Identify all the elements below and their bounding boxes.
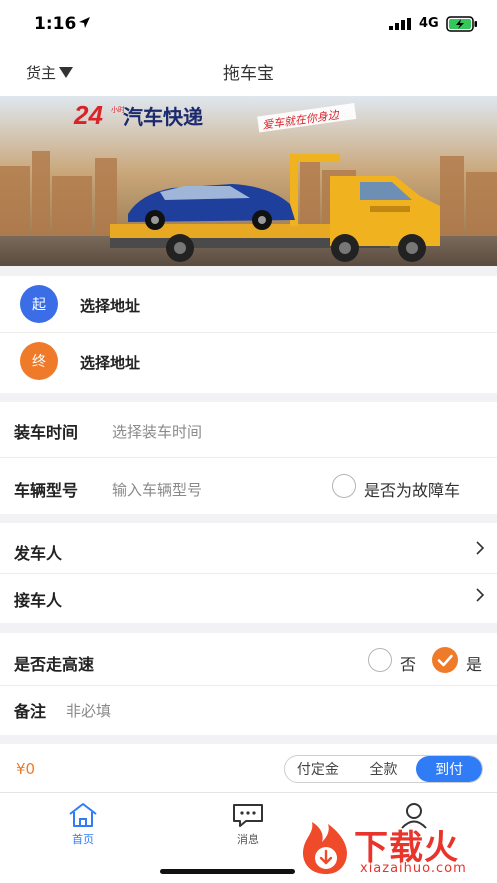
- start-address-label: 选择地址: [80, 297, 141, 315]
- highway-yes-radio[interactable]: [432, 647, 458, 673]
- end-address-row[interactable]: 终 选择地址: [0, 333, 497, 393]
- highway-yes-label: 是: [466, 655, 483, 674]
- sender-row[interactable]: 发车人: [0, 523, 497, 573]
- receiver-label: 接车人: [14, 591, 63, 610]
- remark-input[interactable]: 非必填: [66, 700, 111, 721]
- message-icon: [233, 804, 263, 827]
- chevron-right-icon: [476, 588, 485, 602]
- role-label: 货主: [26, 64, 57, 82]
- signal-icon: [389, 18, 411, 30]
- end-badge: 终: [20, 342, 58, 380]
- vehicle-model-row: 车辆型号 输入车辆型号 是否为故障车: [0, 458, 497, 514]
- battery-charging-icon: [446, 16, 477, 32]
- fault-vehicle-label: 是否为故障车: [364, 481, 461, 500]
- status-time: 1:16: [34, 14, 77, 34]
- remark-label: 备注: [14, 702, 47, 721]
- route-card: 起 选择地址 终 选择地址: [0, 276, 497, 393]
- fault-vehicle-radio[interactable]: [332, 474, 356, 498]
- highway-label: 是否走高速: [14, 655, 95, 674]
- start-badge: 起: [20, 285, 58, 323]
- pay-on-delivery-option[interactable]: 到付: [416, 756, 482, 782]
- watermark-flame-logo: [302, 822, 348, 874]
- status-bar: 1:16 4G: [0, 0, 497, 48]
- check-icon: [437, 654, 453, 667]
- banner-brand-text: 汽车快递: [123, 105, 203, 129]
- options-card: 是否走高速 否 是 备注 非必填: [0, 633, 497, 735]
- pay-deposit-option[interactable]: 付定金: [285, 756, 351, 782]
- home-icon: [69, 803, 97, 827]
- vehicle-model-input[interactable]: 输入车辆型号: [112, 479, 202, 500]
- highway-no-radio[interactable]: [368, 648, 392, 672]
- watermark: 下载火 xiazaihuo.com: [296, 818, 486, 878]
- contacts-card: 发车人 接车人: [0, 523, 497, 623]
- sender-label: 发车人: [14, 544, 63, 563]
- network-type: 4G: [419, 16, 439, 31]
- tab-messages-label: 消息: [237, 833, 259, 846]
- load-time-row[interactable]: 装车时间 选择装车时间: [0, 402, 497, 457]
- chevron-right-icon: [476, 541, 485, 555]
- tab-home-label: 首页: [72, 833, 94, 846]
- start-address-row[interactable]: 起 选择地址: [0, 276, 497, 332]
- highway-row: 是否走高速 否 是: [0, 633, 497, 685]
- remark-row: 备注 非必填: [0, 686, 497, 735]
- caret-down-icon: [59, 67, 74, 78]
- role-selector[interactable]: 货主: [26, 62, 74, 83]
- payment-method-selector: 付定金 全款 到付: [284, 755, 483, 783]
- banner-image: 24 小时 汽车快递 爱车就在你身边: [0, 96, 497, 266]
- nav-bar: 货主 拖车宝: [0, 48, 497, 96]
- location-arrow-icon: [79, 17, 90, 28]
- home-indicator: [160, 869, 295, 874]
- pay-full-option[interactable]: 全款: [351, 756, 417, 782]
- payment-bar: ¥0 付定金 全款 到付: [0, 744, 497, 792]
- receiver-row[interactable]: 接车人: [0, 574, 497, 623]
- promo-banner[interactable]: 24 小时 汽车快递 爱车就在你身边: [0, 96, 497, 266]
- watermark-url: xiazaihuo.com: [360, 861, 467, 876]
- tab-messages[interactable]: 消息: [208, 801, 288, 847]
- vehicle-model-label: 车辆型号: [14, 481, 79, 500]
- end-address-label: 选择地址: [80, 354, 141, 372]
- tab-home[interactable]: 首页: [43, 801, 123, 847]
- banner-brand-number: 24: [73, 100, 103, 130]
- load-time-placeholder: 选择装车时间: [112, 423, 203, 441]
- page-title: 拖车宝: [223, 64, 274, 84]
- load-time-label: 装车时间: [14, 423, 79, 442]
- highway-no-label: 否: [400, 655, 417, 674]
- price-value: ¥0: [16, 760, 36, 778]
- vehicle-card: 装车时间 选择装车时间 车辆型号 输入车辆型号 是否为故障车: [0, 402, 497, 514]
